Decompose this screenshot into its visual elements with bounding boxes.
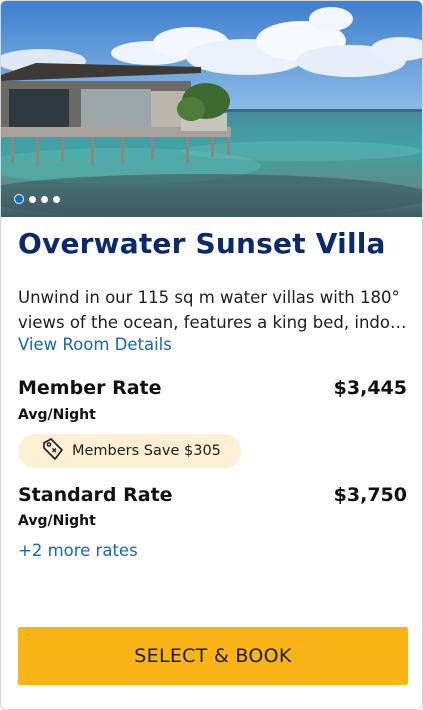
standard-rate-unit: Avg/Night — [18, 513, 96, 529]
member-rate-price: $3,445 — [333, 377, 407, 399]
member-savings-badge: Members Save $305 — [18, 434, 241, 468]
carousel-dot-2[interactable] — [29, 195, 36, 203]
room-description-text: Unwind in our 115 sq m water villas with… — [18, 288, 407, 332]
member-rate-unit: Avg/Night — [18, 407, 96, 423]
carousel-indicators — [14, 194, 60, 204]
standard-rate-label: Standard Rate — [18, 484, 173, 506]
room-title: Overwater Sunset Villa — [18, 227, 386, 260]
view-room-details-link[interactable]: View Room Details — [18, 335, 172, 354]
carousel-dot-3[interactable] — [41, 195, 48, 203]
member-rate-label: Member Rate — [18, 377, 162, 399]
room-photo — [1, 1, 422, 217]
standard-rate-price: $3,750 — [333, 484, 407, 506]
room-card: Overwater Sunset Villa Unwind in our 115… — [0, 0, 423, 710]
member-savings-text: Members Save $305 — [72, 443, 221, 459]
carousel-dot-4[interactable] — [53, 195, 60, 203]
more-rates-link[interactable]: +2 more rates — [18, 541, 138, 560]
carousel-dot-1[interactable] — [14, 194, 24, 204]
tag-icon — [40, 437, 66, 465]
room-photo-carousel[interactable] — [1, 1, 422, 217]
select-and-book-button[interactable]: SELECT & BOOK — [18, 627, 408, 685]
room-description: Unwind in our 115 sq m water villas with… — [18, 285, 410, 335]
